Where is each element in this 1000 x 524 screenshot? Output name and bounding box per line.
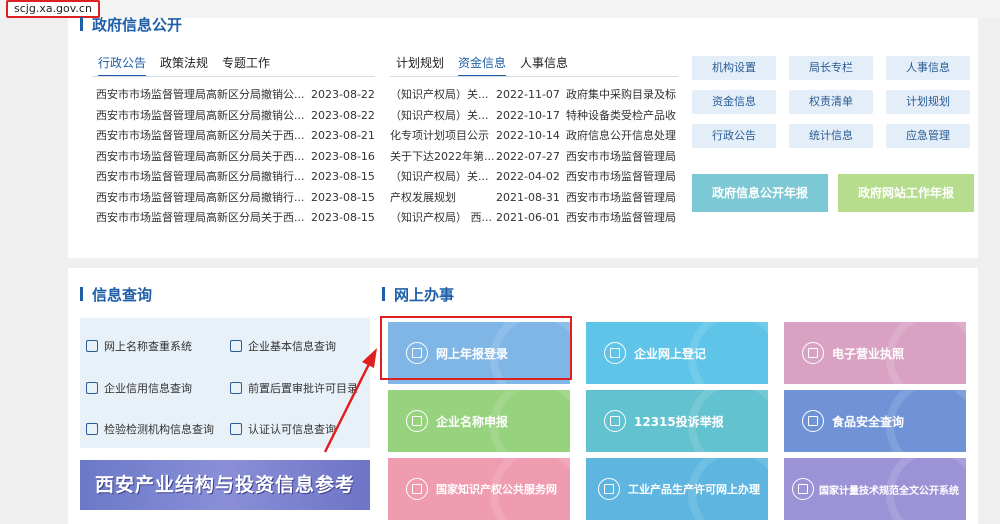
annotation-arrow bbox=[323, 348, 377, 453]
